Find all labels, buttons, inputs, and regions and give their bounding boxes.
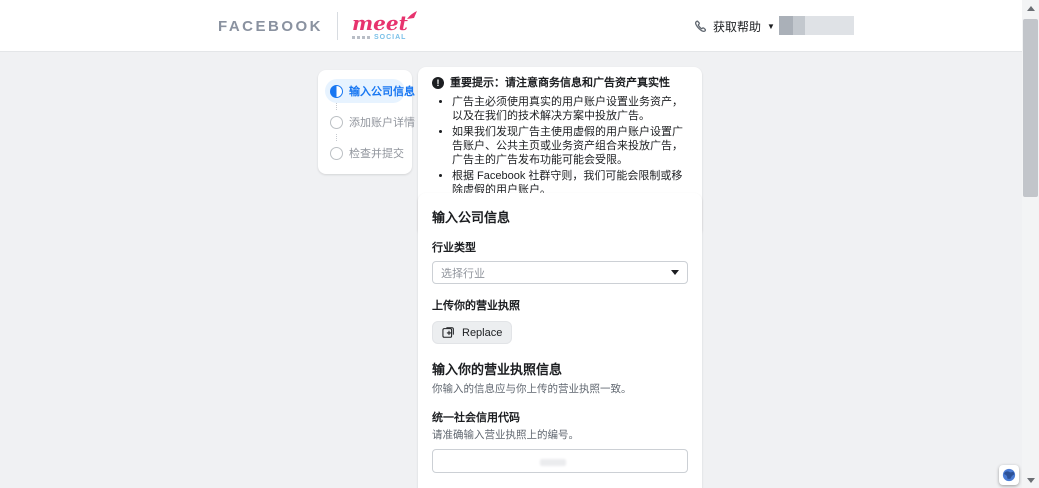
logo-divider [337,12,338,40]
get-help-label: 获取帮助 [713,18,761,35]
license-info-title: 输入你的营业执照信息 [432,359,688,378]
stepper-item-company-info[interactable]: 输入公司信息 [325,79,405,103]
globe-icon [1002,468,1016,482]
facebook-logo: FACEBOOK [218,18,323,35]
scroll-up-icon [1027,6,1035,11]
user-account-redacted[interactable] [779,16,854,35]
stepper-item-review-submit[interactable]: 检查并提交 [325,141,405,165]
logo-flick-icon [407,11,417,20]
vertical-scrollbar[interactable] [1022,0,1039,488]
license-info-subtitle: 你输入的信息应与你上传的营业执照一致。 [432,381,688,396]
language-globe-button[interactable] [999,465,1019,485]
upload-license-label: 上传你的营业执照 [432,297,688,313]
info-exclamation-icon: ! [432,77,444,89]
replace-image-icon [442,326,456,339]
form-title: 输入公司信息 [432,207,688,226]
scroll-down-icon [1027,478,1035,483]
progress-stepper: 输入公司信息 添加账户详情 检查并提交 [318,70,412,174]
scrollbar-thumb[interactable] [1023,19,1038,197]
step-empty-icon [330,147,343,160]
step-label: 检查并提交 [349,145,404,161]
stepper-item-account-details[interactable]: 添加账户详情 [325,110,405,134]
meetsocial-script: meet [352,11,408,35]
step-connector [336,134,405,141]
phone-icon [694,20,707,33]
scroll-up-button[interactable] [1022,0,1039,16]
get-help-menu[interactable]: 获取帮助 ▼ [694,0,775,52]
step-label: 添加账户详情 [349,114,415,130]
step-label: 输入公司信息 [349,83,415,99]
industry-type-label: 行业类型 [432,239,688,255]
meetsocial-social-label: SOCIAL [374,34,406,41]
scroll-down-button[interactable] [1022,472,1039,488]
step-empty-icon [330,116,343,129]
credit-code-help: 请准确输入营业执照上的编号。 [432,427,688,442]
notice-bullet: 如果我们发现广告主使用虚假的用户账户设置广告账户、公共主页或业务资产组合来投放广… [452,125,688,167]
top-header: FACEBOOK meet SOCIAL 获取帮助 ▼ [0,0,1022,52]
logo-cn-marks [352,36,370,39]
redacted-value [540,459,566,466]
step-connector [336,103,405,110]
chevron-down-icon: ▼ [767,22,775,31]
industry-select[interactable]: 选择行业 [432,261,688,284]
industry-select-placeholder: 选择行业 [441,265,485,281]
chevron-down-icon [671,270,679,275]
credit-code-label: 统一社会信用代码 [432,409,688,425]
company-info-form: 输入公司信息 行业类型 选择行业 上传你的营业执照 Replace 输入你的营业… [418,193,702,488]
notice-bullet-list: 广告主必须使用真实的用户账户设置业务资产，以及在我们的技术解决方案中投放广告。 … [452,95,688,197]
notice-title: 重要提示：请注意商务信息和广告资产真实性 [450,76,670,90]
meetsocial-logo: meet SOCIAL [352,11,408,41]
credit-code-input[interactable] [432,449,688,473]
notice-bullet: 广告主必须使用真实的用户账户设置业务资产，以及在我们的技术解决方案中投放广告。 [452,95,688,123]
logo-group: FACEBOOK meet SOCIAL [218,0,408,52]
step-progress-icon [330,85,343,98]
replace-license-button[interactable]: Replace [432,321,512,344]
replace-button-label: Replace [462,327,502,339]
